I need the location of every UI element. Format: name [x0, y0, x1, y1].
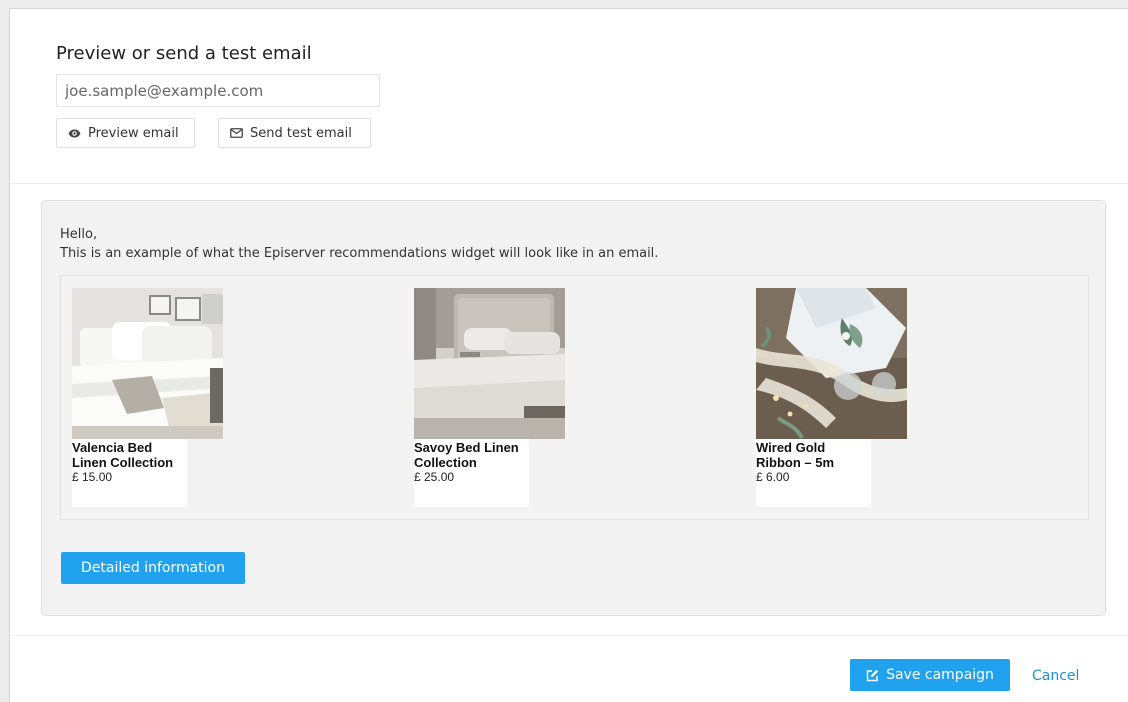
- test-email-section: Preview or send a test email Preview ema…: [10, 9, 1128, 184]
- product-price: £ 25.00: [414, 470, 455, 484]
- save-campaign-label: Save campaign: [886, 667, 994, 683]
- envelope-icon: [230, 128, 243, 138]
- product-image[interactable]: [414, 288, 565, 439]
- product-card[interactable]: Savoy Bed Linen Collection £ 25.00: [414, 288, 565, 507]
- eye-icon: [68, 129, 81, 138]
- recommendations-widget: Valencia Bed Linen Collection £ 15.00 Sa…: [60, 275, 1089, 520]
- detailed-information-button[interactable]: Detailed information: [61, 552, 245, 584]
- product-name[interactable]: Valencia Bed Linen Collection: [72, 440, 187, 470]
- product-name[interactable]: Savoy Bed Linen Collection: [414, 440, 529, 470]
- product-price: £ 6.00: [756, 470, 790, 484]
- product-info: Valencia Bed Linen Collection £ 15.00: [72, 439, 187, 507]
- product-card[interactable]: Wired Gold Ribbon – 5m £ 6.00: [756, 288, 907, 507]
- cancel-link[interactable]: Cancel: [1032, 668, 1079, 684]
- edit-icon: [866, 669, 879, 682]
- product-image[interactable]: [72, 288, 223, 439]
- footer-divider: [10, 635, 1128, 636]
- product-info: Wired Gold Ribbon – 5m £ 6.00: [756, 439, 871, 507]
- intro-text: This is an example of what the Episerver…: [60, 246, 659, 261]
- page-background: Preview or send a test email Preview ema…: [0, 0, 1128, 702]
- product-name[interactable]: Wired Gold Ribbon – 5m: [756, 440, 871, 470]
- save-campaign-button[interactable]: Save campaign: [850, 659, 1010, 691]
- product-price: £ 15.00: [72, 470, 113, 484]
- product-image[interactable]: [756, 288, 907, 439]
- test-email-input[interactable]: [56, 74, 380, 107]
- preview-email-label: Preview email: [88, 125, 179, 141]
- section-title: Preview or send a test email: [56, 43, 312, 64]
- campaign-panel: Preview or send a test email Preview ema…: [9, 8, 1128, 702]
- send-test-email-button[interactable]: Send test email: [218, 118, 371, 148]
- greeting-text: Hello,: [60, 227, 98, 242]
- email-preview: Hello, This is an example of what the Ep…: [41, 200, 1106, 616]
- send-test-email-label: Send test email: [250, 125, 352, 141]
- product-info: Savoy Bed Linen Collection £ 25.00: [414, 439, 529, 507]
- product-card[interactable]: Valencia Bed Linen Collection £ 15.00: [72, 288, 223, 507]
- preview-email-button[interactable]: Preview email: [56, 118, 195, 148]
